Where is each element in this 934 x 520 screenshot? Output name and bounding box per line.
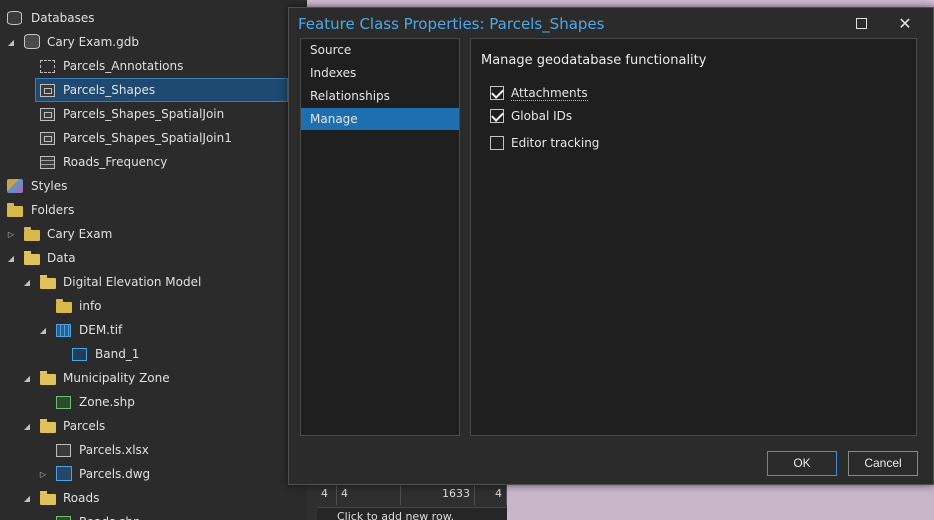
table-icon xyxy=(40,156,55,169)
tree-item-dem-tif[interactable]: ◢ DEM.tif xyxy=(0,318,307,342)
expand-arrow-icon[interactable]: ◢ xyxy=(37,318,49,342)
tree-item-cary-exam[interactable]: ▷ Cary Exam xyxy=(0,222,307,246)
tree-item-parcels-shapes-spatialjoin[interactable]: Parcels_Shapes_SpatialJoin xyxy=(0,102,307,126)
table-cell[interactable]: 4 xyxy=(317,483,337,505)
folder-icon xyxy=(56,299,72,313)
table-cell[interactable]: 4 xyxy=(475,483,507,505)
tree-item-parcels-xlsx[interactable]: Parcels.xlsx xyxy=(0,438,307,462)
expand-arrow-icon[interactable]: ◢ xyxy=(21,270,33,294)
polygon-feature-class-icon xyxy=(40,132,55,145)
tree-item-digital-elevation-model[interactable]: ◢ Digital Elevation Model xyxy=(0,270,307,294)
raster-band-icon xyxy=(72,348,87,361)
cad-icon xyxy=(56,466,72,481)
nav-item-indexes[interactable]: Indexes xyxy=(301,62,459,84)
table-cell[interactable]: 1633 xyxy=(401,483,475,505)
add-new-row[interactable]: Click to add new row. xyxy=(317,507,507,520)
dialog-title: Feature Class Properties: Parcels_Shapes xyxy=(298,15,605,33)
tree-item-parcels-shapes[interactable]: Parcels_Shapes xyxy=(0,78,307,102)
maximize-icon xyxy=(855,17,867,29)
tree-item-band-1[interactable]: Band_1 xyxy=(0,342,307,366)
tree-item-info[interactable]: info xyxy=(0,294,307,318)
tree-item-parcels[interactable]: ◢ Parcels xyxy=(0,414,307,438)
nav-item-relationships[interactable]: Relationships xyxy=(301,85,459,107)
shapefile-icon xyxy=(56,396,71,409)
tree-item-databases[interactable]: Databases xyxy=(0,6,307,30)
annotation-icon xyxy=(40,60,55,73)
database-icon xyxy=(7,11,22,25)
geodatabase-icon xyxy=(24,34,40,49)
folder-icon xyxy=(24,251,40,265)
folder-icon xyxy=(7,203,23,217)
maximize-button[interactable] xyxy=(851,13,871,33)
collapsed-arrow-icon[interactable]: ▷ xyxy=(5,222,17,246)
expand-arrow-icon[interactable]: ◢ xyxy=(5,246,17,270)
tree-item-folders[interactable]: Folders xyxy=(0,198,307,222)
global-ids-option[interactable]: Global IDs xyxy=(490,107,572,125)
excel-icon xyxy=(56,444,71,457)
tree-item-zone-shp[interactable]: Zone.shp xyxy=(0,390,307,414)
manage-content: Manage geodatabase functionality Attachm… xyxy=(470,38,917,436)
folder-icon xyxy=(40,491,56,505)
close-icon: ✕ xyxy=(898,13,912,33)
properties-nav: Source Indexes Relationships Manage xyxy=(300,38,460,436)
global-ids-checkbox[interactable] xyxy=(490,109,504,123)
folder-home-icon xyxy=(24,227,40,241)
global-ids-label[interactable]: Global IDs xyxy=(511,109,572,123)
folder-icon xyxy=(40,419,56,433)
catalog-pane: Databases ◢ Cary Exam.gdb Parcels_Annota… xyxy=(0,0,307,520)
expand-arrow-icon[interactable]: ◢ xyxy=(21,486,33,510)
tree-item-data[interactable]: ◢ Data xyxy=(0,246,307,270)
editor-tracking-checkbox[interactable] xyxy=(490,136,504,150)
cancel-button[interactable]: Cancel xyxy=(848,451,918,476)
editor-tracking-label[interactable]: Editor tracking xyxy=(511,136,599,150)
collapsed-arrow-icon[interactable]: ▷ xyxy=(37,462,49,486)
close-button[interactable]: ✕ xyxy=(895,13,915,33)
attachments-checkbox[interactable] xyxy=(490,86,504,100)
expand-arrow-icon[interactable]: ◢ xyxy=(21,414,33,438)
tree-item-parcels-shapes-spatialjoin1[interactable]: Parcels_Shapes_SpatialJoin1 xyxy=(0,126,307,150)
editor-tracking-option[interactable]: Editor tracking xyxy=(490,134,599,152)
polygon-feature-class-icon xyxy=(40,84,55,97)
styles-icon xyxy=(7,179,23,193)
raster-icon xyxy=(56,324,71,337)
nav-item-manage[interactable]: Manage xyxy=(301,108,459,130)
tree-item-municipality-zone[interactable]: ◢ Municipality Zone xyxy=(0,366,307,390)
attachments-option[interactable]: Attachments xyxy=(490,84,588,102)
expand-arrow-icon[interactable]: ◢ xyxy=(5,30,17,54)
tree-item-cary-exam-gdb[interactable]: ◢ Cary Exam.gdb xyxy=(0,30,307,54)
folder-icon xyxy=(40,275,56,289)
shapefile-icon xyxy=(56,516,71,520)
tree-item-roads[interactable]: ◢ Roads xyxy=(0,486,307,510)
section-title: Manage geodatabase functionality xyxy=(481,53,707,68)
expand-arrow-icon[interactable]: ◢ xyxy=(21,366,33,390)
polygon-feature-class-icon xyxy=(40,108,55,121)
tree-item-roads-frequency[interactable]: Roads_Frequency xyxy=(0,150,307,174)
feature-class-properties-dialog: Feature Class Properties: Parcels_Shapes… xyxy=(288,7,934,485)
attachments-label[interactable]: Attachments xyxy=(511,86,588,101)
ok-button[interactable]: OK xyxy=(767,451,837,476)
folder-icon xyxy=(40,371,56,385)
tree-item-parcels-annotations[interactable]: Parcels_Annotations xyxy=(0,54,307,78)
tree-item-roads-shp[interactable]: Roads.shp xyxy=(0,510,307,520)
attribute-table[interactable]: 4 4 1633 4 Click to add new row. xyxy=(307,482,507,520)
tree-item-parcels-dwg[interactable]: ▷ Parcels.dwg xyxy=(0,462,307,486)
nav-item-source[interactable]: Source xyxy=(301,39,459,61)
table-cell[interactable]: 4 xyxy=(337,483,401,505)
tree-item-styles[interactable]: Styles xyxy=(0,174,307,198)
